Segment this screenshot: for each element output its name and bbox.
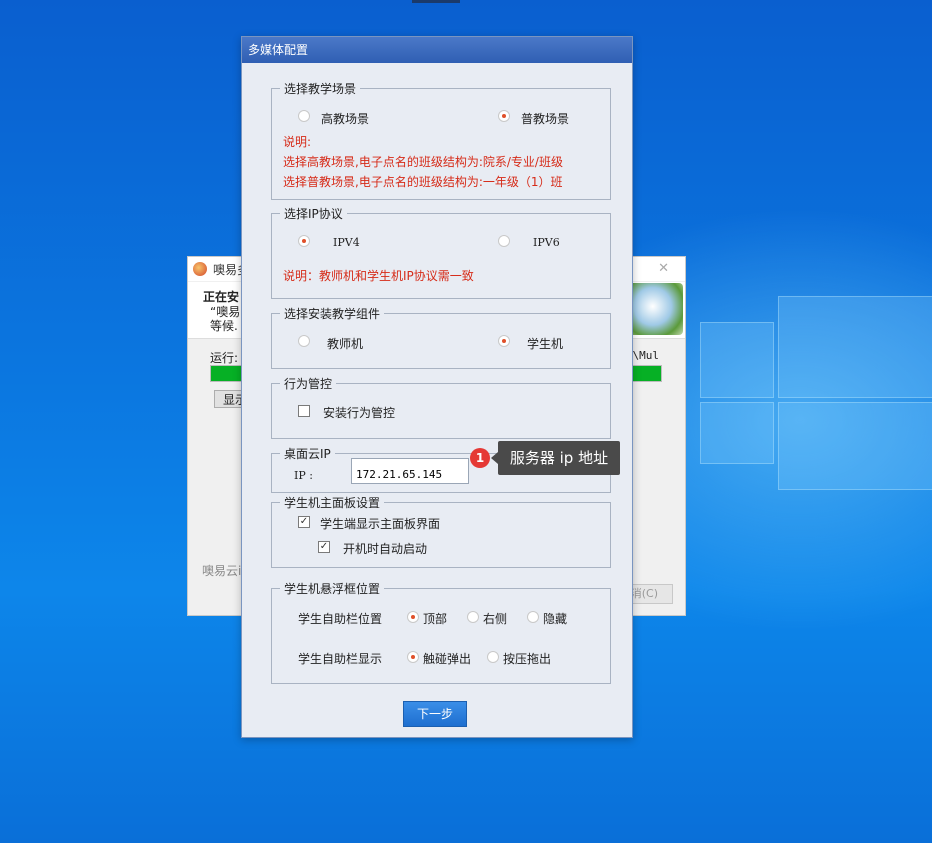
behavior-checkbox[interactable] [298, 405, 310, 417]
radio-higher-edu-label: 高教场景 [321, 112, 370, 126]
radio-teacher[interactable] [298, 335, 310, 347]
radio-pos-top[interactable] [407, 611, 419, 623]
radio-pos-top-label: 顶部 [423, 612, 448, 626]
autostart-label: 开机时自动启动 [343, 542, 428, 556]
cloud-ip-input[interactable] [351, 458, 469, 484]
float-legend: 学生机悬浮框位置 [280, 580, 385, 597]
radio-press-drag[interactable] [487, 651, 499, 663]
brand-text: 噢易云i [202, 564, 242, 578]
annotation-tooltip: 服务器 ip 地址 [491, 441, 620, 475]
radio-pos-right-label: 右侧 [483, 612, 508, 626]
behavior-legend: 行为管控 [280, 375, 337, 392]
annotation-badge: 1 [470, 448, 490, 468]
radio-touch-popup[interactable] [407, 651, 419, 663]
radio-student[interactable] [498, 335, 510, 347]
ip-protocol-legend: 选择IP协议 [280, 205, 347, 222]
radio-ipv6-label: IPV6 [533, 236, 560, 249]
scene-note-title: 说明: [283, 135, 312, 149]
radio-pos-right[interactable] [467, 611, 479, 623]
behavior-group: 行为管控 [271, 375, 611, 439]
radio-touch-popup-label: 触碰弹出 [423, 652, 472, 666]
next-step-button[interactable]: 下一步 [403, 701, 467, 727]
app-logo-icon [193, 262, 207, 276]
radio-pos-hidden[interactable] [527, 611, 539, 623]
autostart-checkbox[interactable]: ✓ [318, 541, 330, 553]
installer-banner-image [628, 283, 683, 335]
run-label: 运行: [210, 351, 239, 365]
ip-protocol-group: 选择IP协议 [271, 205, 611, 299]
self-bar-display-label: 学生自助栏显示 [298, 652, 383, 666]
scene-note-line1: 选择高教场景,电子点名的班级结构为:院系/专业/班级 [283, 155, 563, 169]
show-panel-checkbox[interactable]: ✓ [298, 516, 310, 528]
scene-note-line2: 选择普教场景,电子点名的班级结构为:一年级（1）班 [283, 175, 563, 189]
behavior-checkbox-label: 安装行为管控 [323, 406, 396, 420]
installer-line2: 等候. [210, 319, 238, 333]
dialog-titlebar[interactable]: 多媒体配置 [242, 37, 632, 63]
close-icon[interactable]: ✕ [658, 261, 669, 276]
radio-higher-edu[interactable] [298, 110, 310, 122]
radio-press-drag-label: 按压拖出 [503, 652, 552, 666]
scene-legend: 选择教学场景 [280, 80, 361, 97]
ip-protocol-note: 说明：教师机和学生机IP协议需一致 [283, 269, 474, 283]
ip-label: IP : [294, 469, 313, 482]
radio-ipv6[interactable] [498, 235, 510, 247]
float-group: 学生机悬浮框位置 [271, 580, 611, 684]
radio-teacher-label: 教师机 [327, 337, 364, 351]
component-legend: 选择安装教学组件 [280, 305, 385, 322]
radio-general-edu-label: 普教场景 [521, 112, 570, 126]
radio-student-label: 学生机 [527, 337, 564, 351]
radio-ipv4[interactable] [298, 235, 310, 247]
top-taskbar-item[interactable] [412, 0, 460, 3]
panel-legend: 学生机主面板设置 [280, 494, 385, 511]
panel-group: 学生机主面板设置 [271, 494, 611, 568]
show-panel-label: 学生端显示主面板界面 [320, 517, 441, 531]
radio-general-edu[interactable] [498, 110, 510, 122]
radio-ipv4-label: IPV4 [333, 236, 360, 249]
self-bar-position-label: 学生自助栏位置 [298, 612, 383, 626]
radio-pos-hidden-label: 隐藏 [543, 612, 568, 626]
cloud-ip-legend: 桌面云IP [280, 445, 335, 462]
